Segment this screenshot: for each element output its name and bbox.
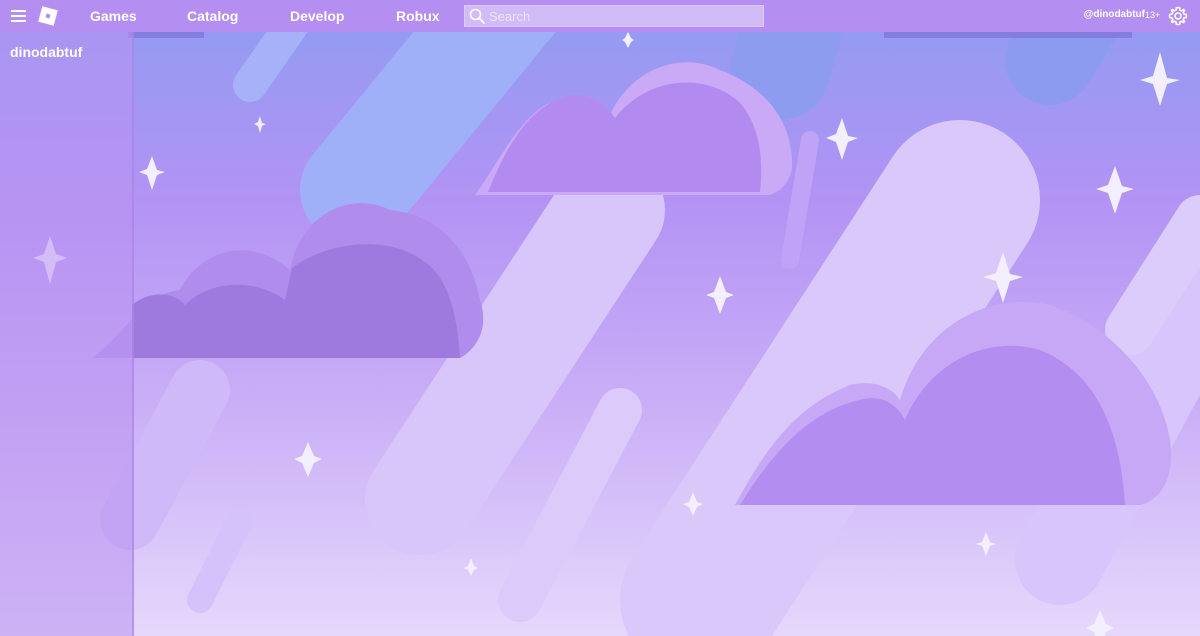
top-navigation-bar: Games Catalog Develop Robux @dinodabtuf … [0,0,1200,32]
sidebar-username[interactable]: dinodabtuf [10,43,82,61]
age-badge: 13+ [1145,10,1161,20]
roblox-logo-icon[interactable] [37,5,59,27]
background-artwork [0,0,1200,636]
search-icon[interactable] [469,8,485,24]
nav-catalog-link[interactable]: Catalog [187,7,238,25]
left-sidebar: dinodabtuf [0,32,134,636]
search-input[interactable] [489,7,759,25]
nav-games-link[interactable]: Games [90,7,137,25]
search-bar[interactable] [464,5,764,27]
account-username[interactable]: @dinodabtuf [1084,9,1145,21]
gear-icon[interactable] [1168,6,1188,26]
nav-robux-link[interactable]: Robux [396,7,440,25]
menu-icon[interactable] [11,9,27,23]
nav-develop-link[interactable]: Develop [290,7,344,25]
